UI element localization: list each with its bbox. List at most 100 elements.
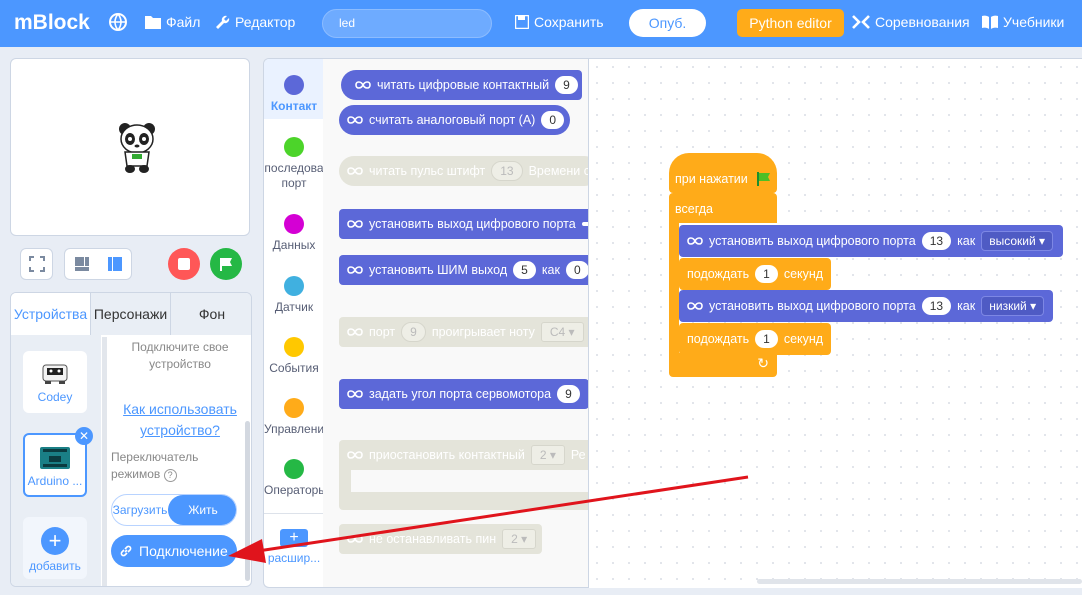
save-button[interactable]: Сохранить — [515, 14, 604, 30]
competitions-label: Соревнования — [875, 14, 970, 30]
block-read-pulse-pin[interactable]: читать пульс штифт 13 Времени с — [339, 156, 588, 186]
script-set-digital-high[interactable]: установить выход цифрового порта 13 как вы… — [679, 225, 1063, 257]
save-icon — [515, 15, 529, 29]
globe-icon — [109, 13, 127, 31]
edit-menu[interactable]: Редактор — [216, 14, 295, 30]
block-read-digital-pin[interactable]: читать цифровые контактный 9 — [341, 70, 582, 100]
divider — [264, 513, 323, 514]
codey-robot-icon — [42, 364, 68, 384]
pin-dropdown[interactable]: 2 ▾ — [530, 445, 565, 465]
panda-sprite[interactable] — [117, 121, 157, 175]
block-set-digital-output[interactable]: установить выход цифрового порта — [339, 209, 588, 239]
python-editor-button[interactable]: Python editor — [737, 9, 844, 37]
category-sensor[interactable]: Датчик — [264, 276, 323, 314]
flag-icon — [220, 258, 232, 271]
competitions-link[interactable]: Соревнования — [852, 14, 970, 30]
top-bar: mBlock Файл Редактор led Сохранить Опуб.… — [0, 0, 1082, 47]
category-dot — [284, 214, 304, 234]
script-set-digital-low[interactable]: установить выход цифрового порта 13 как ни… — [679, 290, 1053, 322]
block-set-pwm-output[interactable]: установить ШИМ выход 5 как 0 — [339, 255, 588, 285]
edit-menu-label: Редактор — [235, 14, 296, 30]
infinity-icon — [347, 451, 363, 459]
mode-switch-label: Переключатель режимов ? — [111, 450, 199, 482]
tab-backdrop[interactable]: Фон — [171, 293, 251, 335]
infinity-icon — [347, 167, 363, 175]
hat-block-flag[interactable]: при нажатии — [669, 153, 777, 193]
device-card-codey[interactable]: Codey — [23, 351, 87, 413]
device-name-arduino: Arduino ... — [27, 474, 83, 488]
infinity-icon — [347, 390, 363, 398]
mode-switch[interactable]: Загрузить Жить — [111, 494, 237, 526]
tab-sprites[interactable]: Персонажи — [91, 293, 171, 335]
mode-upload-option[interactable]: Загрузить — [112, 495, 168, 525]
forever-arm — [669, 223, 679, 353]
green-flag-icon — [756, 172, 770, 186]
large-stage-icon[interactable] — [107, 256, 123, 272]
app-logo: mBlock — [14, 11, 90, 34]
level-dropdown[interactable]: высокий ▾ — [981, 231, 1054, 251]
small-stage-icon[interactable] — [74, 256, 90, 272]
category-serial-port[interactable]: последова порт — [264, 137, 323, 191]
horizontal-scrollbar[interactable] — [757, 579, 1082, 584]
forever-block[interactable]: всегда — [669, 193, 777, 223]
category-dot — [284, 459, 304, 479]
wrench-icon — [216, 15, 230, 29]
category-control[interactable]: Управлени — [264, 398, 323, 436]
fullscreen-button[interactable] — [20, 248, 53, 280]
category-operators[interactable]: Операторы — [264, 459, 323, 497]
add-device-button[interactable]: + добавить — [23, 517, 87, 579]
stage-layout-toggle[interactable] — [64, 248, 132, 280]
category-dot — [284, 398, 304, 418]
device-list: Codey Arduino ... ✕ + добавить — [11, 335, 101, 586]
category-dot — [284, 337, 304, 357]
connect-label: Подключение — [139, 543, 228, 559]
mode-live-option[interactable]: Жить — [168, 495, 236, 525]
block-c-foot — [339, 492, 588, 510]
language-button[interactable] — [108, 12, 128, 32]
block-set-servo-angle[interactable]: задать угол порта сервомотора 9 — [339, 379, 588, 409]
category-pin[interactable]: Контакт — [264, 75, 323, 113]
block-read-analog-pin[interactable]: считать аналоговый порт (A) 0 — [339, 105, 571, 135]
how-to-use-link[interactable]: Как использовать устройство? — [115, 399, 245, 441]
tab-devices[interactable]: Устройства — [11, 293, 91, 335]
device-panel: Устройства Персонажи Фон Codey Arduino .… — [10, 292, 252, 587]
stage[interactable] — [10, 58, 250, 236]
file-menu[interactable]: Файл — [145, 14, 200, 30]
script-workspace[interactable]: при нажатии всегда ↻ установить выход ци… — [589, 58, 1082, 588]
help-icon[interactable]: ? — [163, 469, 177, 482]
loop-arrow-icon: ↻ — [757, 355, 769, 371]
green-flag-button[interactable] — [210, 248, 242, 280]
connect-button[interactable]: Подключение — [111, 535, 237, 567]
tutorials-label: Учебники — [1003, 14, 1065, 30]
block-play-note[interactable]: порт 9 проигрывает ноту C4 ▾ — [339, 317, 588, 347]
category-events[interactable]: События — [264, 337, 323, 375]
device-card-arduino[interactable]: Arduino ... ✕ — [23, 427, 93, 497]
tutorials-link[interactable]: Учебники — [982, 14, 1064, 30]
note-dropdown[interactable]: C4 ▾ — [540, 322, 584, 342]
category-dot — [284, 75, 304, 95]
category-data[interactable]: Данных — [264, 214, 323, 252]
device-scrollbar[interactable] — [102, 337, 107, 586]
folder-icon — [145, 16, 161, 29]
remove-device-icon[interactable]: ✕ — [75, 427, 93, 445]
infinity-icon — [687, 302, 703, 310]
plus-icon: + — [280, 529, 308, 547]
level-dropdown[interactable]: низкий ▾ — [981, 296, 1045, 316]
pin-dropdown[interactable]: 2 ▾ — [502, 529, 537, 549]
infinity-icon — [347, 266, 363, 274]
save-label: Сохранить — [534, 14, 604, 30]
competition-icon — [852, 15, 870, 29]
panel-scrollbar[interactable] — [245, 421, 250, 581]
block-pause-pin[interactable]: приостановить контактный 2 ▾ Ре — [339, 440, 588, 470]
plus-icon: + — [41, 527, 69, 555]
block-keep-pin[interactable]: не останавливать пин 2 ▾ — [339, 524, 542, 554]
arduino-board-icon — [40, 447, 70, 469]
book-icon — [982, 15, 998, 29]
infinity-icon — [347, 220, 363, 228]
script-wait-1[interactable]: подождать 1 секунд — [679, 258, 831, 290]
script-wait-2[interactable]: подождать 1 секунд — [679, 323, 831, 355]
project-name-input[interactable]: led — [322, 9, 492, 38]
extension-button[interactable]: + расшир... — [264, 529, 323, 565]
stop-button[interactable] — [168, 248, 200, 280]
publish-button[interactable]: Опуб. — [629, 9, 706, 37]
